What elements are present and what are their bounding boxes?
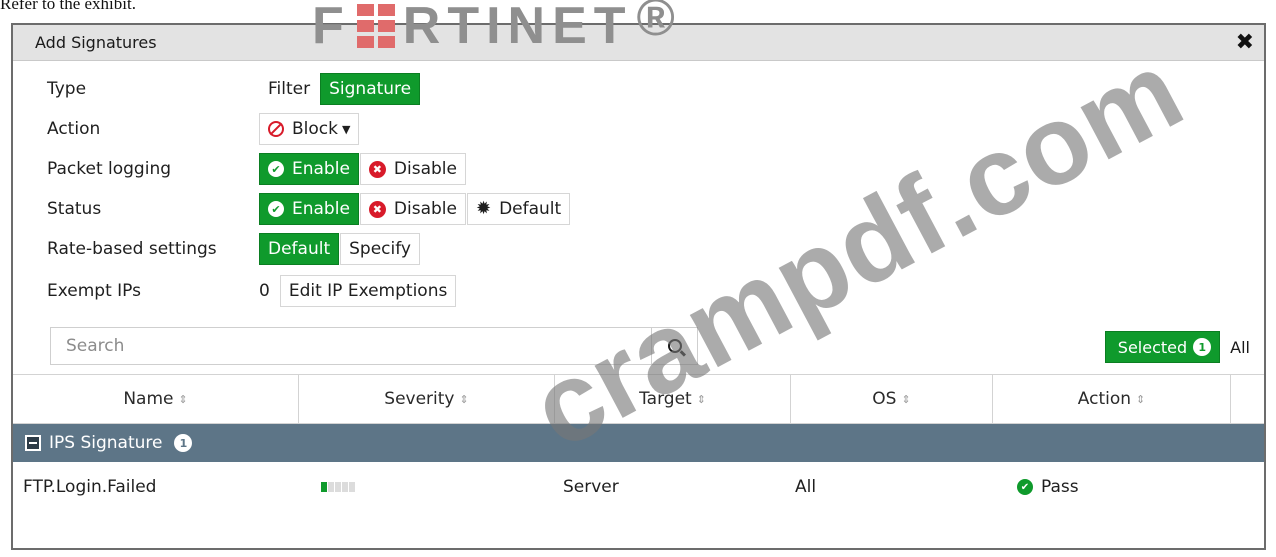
packet-logging-disable-button[interactable]: ✖ Disable — [359, 153, 466, 185]
cell-action: ✔ Pass — [993, 462, 1231, 512]
close-icon[interactable]: ✖ — [1236, 31, 1254, 54]
action-pass-label: Pass — [1041, 477, 1079, 497]
exhibit-caption: Refer to the exhibit. — [0, 0, 136, 13]
packet-logging-row: Packet logging ✔ Enable ✖ Disable — [47, 152, 467, 186]
x-circle-icon: ✖ — [368, 160, 386, 178]
column-label: Severity — [384, 389, 455, 409]
action-dropdown[interactable]: Block ▼ — [259, 113, 360, 145]
collapse-icon[interactable] — [25, 435, 41, 451]
logo-letter-f: F — [312, 0, 351, 55]
selection-filter: Selected 1 All — [1104, 331, 1256, 363]
default-label: Default — [499, 199, 562, 219]
add-signatures-dialog: Add Signatures ✖ Type Filter Signature A… — [11, 23, 1266, 550]
severity-indicator — [321, 482, 355, 492]
column-header-severity[interactable]: Severity ⇕ — [299, 375, 555, 423]
type-filter-button[interactable]: Filter — [259, 73, 320, 105]
sort-icon: ⇕ — [1136, 392, 1146, 406]
signatures-table: Name ⇕ Severity ⇕ Target ⇕ OS ⇕ Action ⇕ IPS … — [13, 374, 1264, 512]
table-header: Name ⇕ Severity ⇕ Target ⇕ OS ⇕ Action ⇕ — [13, 374, 1264, 424]
column-header-target[interactable]: Target ⇕ — [555, 375, 791, 423]
severity-segment — [321, 482, 327, 492]
column-label: Name — [123, 389, 174, 409]
cell-severity — [299, 462, 555, 512]
packet-logging-label: Packet logging — [47, 159, 172, 179]
cell-os: All — [795, 477, 817, 497]
all-button[interactable]: All — [1220, 338, 1256, 357]
enable-label: Enable — [292, 159, 350, 179]
selected-button[interactable]: Selected 1 — [1104, 331, 1221, 363]
search-icon — [667, 339, 682, 353]
packet-logging-enable-button[interactable]: ✔ Enable — [259, 153, 359, 185]
sort-icon: ⇕ — [178, 392, 188, 406]
sort-icon: ⇕ — [696, 392, 706, 406]
search-box — [50, 327, 698, 365]
action-label: Action — [47, 119, 101, 139]
type-row: Type Filter Signature — [47, 72, 421, 106]
exempt-ips-label: Exempt IPs — [47, 281, 141, 301]
enable-label: Enable — [292, 199, 350, 219]
action-value: Block — [292, 119, 338, 139]
severity-segment — [335, 482, 341, 492]
severity-segment — [349, 482, 355, 492]
cell-target: Server — [563, 477, 619, 497]
status-default-button[interactable]: ✹ Default — [466, 193, 571, 225]
edit-ip-exemptions-button[interactable]: Edit IP Exemptions — [279, 275, 457, 307]
status-enable-button[interactable]: ✔ Enable — [259, 193, 359, 225]
rate-based-label: Rate-based settings — [47, 239, 217, 259]
exempt-ips-count: 0 — [259, 281, 270, 301]
column-header-os[interactable]: OS ⇕ — [791, 375, 993, 423]
cell-name: FTP.Login.Failed — [23, 477, 157, 497]
search-input[interactable] — [51, 328, 651, 364]
column-label: Action — [1077, 389, 1132, 409]
dialog-title: Add Signatures — [35, 33, 157, 52]
x-circle-icon: ✖ — [368, 200, 386, 218]
status-label: Status — [47, 199, 102, 219]
action-row: Action Block ▼ — [47, 112, 360, 146]
disable-label: Disable — [393, 199, 457, 219]
fortinet-logo: F RTINET ® — [312, 0, 682, 55]
block-icon — [268, 121, 284, 137]
severity-segment — [342, 482, 348, 492]
disable-label: Disable — [393, 159, 457, 179]
sort-icon: ⇕ — [459, 392, 469, 406]
column-label: OS — [872, 389, 897, 409]
group-header-ips-signature[interactable]: IPS Signature 1 — [13, 424, 1264, 462]
rate-specify-button[interactable]: Specify — [340, 233, 420, 265]
column-header-action[interactable]: Action ⇕ — [993, 375, 1231, 423]
column-label: Target — [639, 389, 692, 409]
severity-segment — [328, 482, 334, 492]
sort-icon: ⇕ — [901, 392, 911, 406]
logo-blocks-icon — [356, 4, 395, 48]
group-label: IPS Signature — [49, 433, 163, 453]
check-circle-icon: ✔ — [268, 201, 284, 217]
selected-count-badge: 1 — [1193, 338, 1212, 356]
type-signature-button[interactable]: Signature — [320, 73, 421, 105]
selected-label: Selected — [1117, 337, 1188, 357]
status-row: Status ✔ Enable ✖ Disable ✹ Default — [47, 192, 571, 226]
rate-based-row: Rate-based settings Default Specify — [47, 232, 421, 266]
check-circle-icon: ✔ — [268, 161, 284, 177]
table-row[interactable]: FTP.Login.Failed Server All ✔ Pass — [13, 462, 1264, 512]
status-disable-button[interactable]: ✖ Disable — [359, 193, 466, 225]
rate-default-button[interactable]: Default — [259, 233, 340, 265]
group-count-badge: 1 — [174, 434, 193, 452]
gear-icon: ✹ — [475, 198, 492, 219]
type-label: Type — [47, 79, 87, 99]
check-circle-icon: ✔ — [1017, 479, 1033, 495]
column-header-name[interactable]: Name ⇕ — [13, 375, 299, 423]
search-button[interactable] — [651, 328, 697, 364]
logo-letters: RTINET — [402, 0, 633, 55]
exempt-ips-row: Exempt IPs 0 Edit IP Exemptions — [47, 274, 457, 308]
chevron-down-icon: ▼ — [341, 122, 351, 136]
registered-mark: ® — [636, 0, 682, 47]
